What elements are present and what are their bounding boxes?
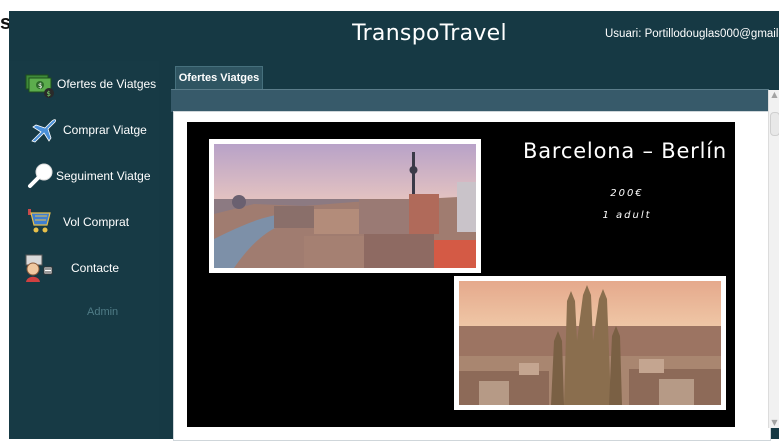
sidebar-item-label: Vol Comprat [63, 215, 130, 229]
money-icon: $ $ [25, 74, 54, 98]
offer-banner: Barcelona – Berlín 200€ 1 adult [187, 122, 735, 427]
contact-icon [25, 254, 53, 282]
berlin-photo-frame [209, 139, 481, 273]
app-title: TranspoTravel [352, 21, 507, 46]
airplane-icon [31, 119, 57, 143]
title-bar: TranspoTravel Usuari: Portillodouglas000… [9, 11, 779, 61]
scroll-down-arrow-icon[interactable]: ▼ [769, 418, 779, 428]
sidebar: $ $ Ofertes de Viatges Comprar Viatge Se… [9, 61, 159, 439]
sidebar-item-label: Comprar Viatge [63, 123, 147, 137]
tab-ofertes-viatges[interactable]: Ofertes Viatges [175, 66, 263, 89]
svg-text:$: $ [38, 82, 42, 90]
admin-link[interactable]: Admin [87, 306, 118, 318]
vertical-scrollbar[interactable]: ▲ ▼ [768, 90, 779, 428]
cart-icon [28, 209, 51, 233]
price-label: 200€ [610, 188, 644, 199]
sidebar-item-comprar-viatge[interactable]: Comprar Viatge [9, 114, 159, 146]
barcelona-photo [459, 281, 721, 405]
route-title: Barcelona – Berlín [523, 139, 727, 163]
berlin-photo [214, 144, 476, 268]
passengers-label: 1 adult [602, 210, 652, 221]
sidebar-item-vol-comprat[interactable]: Vol Comprat [9, 206, 159, 238]
tab-panel-header [171, 89, 769, 112]
sidebar-item-label: Contacte [71, 261, 120, 275]
sidebar-item-label: Seguiment Viatge [56, 169, 151, 183]
barcelona-photo-frame [454, 276, 726, 410]
svg-text:$: $ [47, 90, 51, 98]
sidebar-item-ofertes-de-viatges[interactable]: $ $ Ofertes de Viatges [9, 68, 159, 100]
magnifier-icon [28, 163, 53, 188]
sidebar-item-contacte[interactable]: Contacte [9, 252, 159, 284]
sidebar-item-seguiment-viatge[interactable]: Seguiment Viatge [9, 160, 159, 192]
scroll-thumb[interactable] [770, 112, 779, 136]
user-label: Usuari: Portillodouglas000@gmail.com [605, 28, 779, 40]
sidebar-item-label: Ofertes de Viatges [57, 77, 157, 91]
scroll-up-arrow-icon[interactable]: ▲ [769, 90, 779, 100]
